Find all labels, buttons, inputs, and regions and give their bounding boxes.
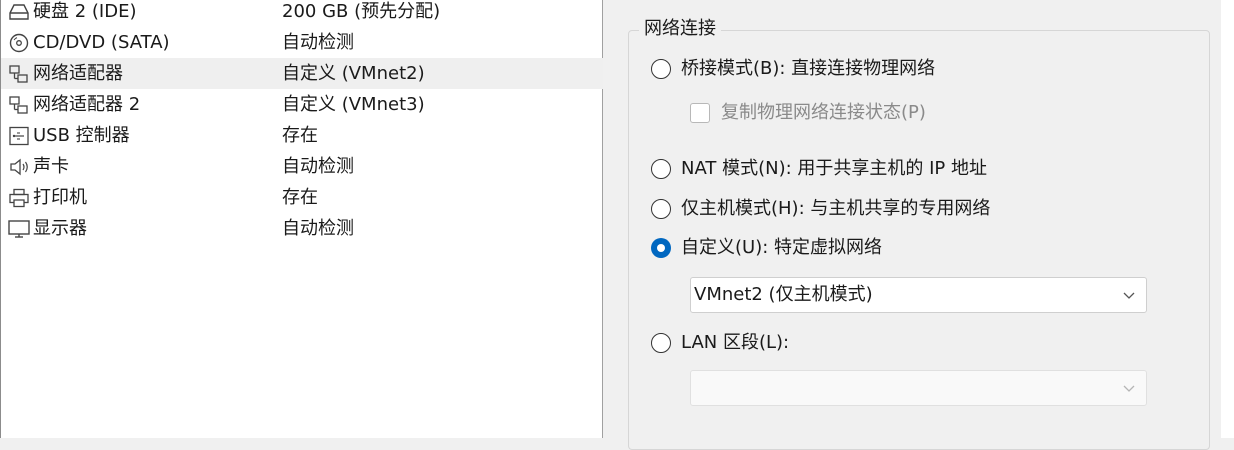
device-list: 硬盘 2 (IDE) 200 GB (预先分配) CD/DVD (SATA) 自… bbox=[0, 0, 603, 438]
group-title: 网络连接 bbox=[639, 16, 721, 42]
radio-circle[interactable] bbox=[651, 199, 671, 219]
device-summary: 自动检测 bbox=[282, 156, 354, 177]
device-row-printer[interactable]: 打印机 存在 bbox=[1, 182, 603, 213]
device-row-hard-disk[interactable]: 硬盘 2 (IDE) 200 GB (预先分配) bbox=[1, 0, 603, 27]
device-name: 声卡 bbox=[33, 156, 69, 177]
printer-icon bbox=[7, 187, 31, 209]
device-row-cd-dvd[interactable]: CD/DVD (SATA) 自动检测 bbox=[1, 27, 603, 58]
device-row-display[interactable]: 显示器 自动检测 bbox=[1, 213, 603, 244]
radio-circle[interactable] bbox=[651, 59, 671, 79]
host-only-label: 仅主机模式(H): 与主机共享的专用网络 bbox=[681, 198, 991, 219]
select-value: VMnet2 (仅主机模式) bbox=[694, 284, 873, 305]
device-summary: 自定义 (VMnet2) bbox=[282, 63, 425, 84]
replicate-label: 复制物理网络连接状态(P) bbox=[721, 102, 926, 123]
hard-disk-icon bbox=[7, 1, 31, 23]
device-row-network-adapter-2[interactable]: 网络适配器 2 自定义 (VMnet3) bbox=[1, 89, 603, 120]
device-summary: 自定义 (VMnet3) bbox=[282, 94, 425, 115]
network-adapter-icon bbox=[7, 63, 31, 85]
cd-dvd-icon bbox=[7, 32, 31, 54]
device-summary: 存在 bbox=[282, 187, 318, 208]
bridged-label: 桥接模式(B): 直接连接物理网络 bbox=[681, 58, 936, 79]
settings-panel: 网络连接 桥接模式(B): 直接连接物理网络 复制物理网络连接状态(P) NAT… bbox=[604, 0, 1234, 450]
custom-network-select[interactable]: VMnet2 (仅主机模式) bbox=[690, 277, 1147, 313]
usb-icon bbox=[7, 125, 31, 147]
radio-circle[interactable] bbox=[651, 333, 671, 353]
device-summary: 自动检测 bbox=[282, 218, 354, 239]
radio-circle[interactable] bbox=[651, 159, 671, 179]
device-summary: 存在 bbox=[282, 125, 318, 146]
device-summary: 200 GB (预先分配) bbox=[282, 1, 441, 22]
nat-label: NAT 模式(N): 用于共享主机的 IP 地址 bbox=[681, 158, 987, 179]
device-summary: 自动检测 bbox=[282, 32, 354, 53]
custom-label: 自定义(U): 特定虚拟网络 bbox=[681, 237, 883, 258]
lan-segment-label: LAN 区段(L): bbox=[681, 332, 790, 353]
lan-segment-select[interactable] bbox=[690, 370, 1147, 406]
monitor-icon bbox=[7, 218, 31, 240]
speaker-icon bbox=[7, 156, 31, 178]
device-name: 打印机 bbox=[33, 187, 87, 208]
network-adapter-icon bbox=[7, 94, 31, 116]
chevron-down-icon bbox=[1123, 292, 1135, 299]
chevron-down-icon bbox=[1123, 385, 1135, 392]
checkbox-box[interactable] bbox=[690, 103, 710, 123]
device-name: 硬盘 2 (IDE) bbox=[33, 1, 137, 22]
device-name: 显示器 bbox=[33, 218, 87, 239]
device-row-usb[interactable]: USB 控制器 存在 bbox=[1, 120, 603, 151]
device-name: USB 控制器 bbox=[33, 125, 130, 146]
panel-edge bbox=[1221, 0, 1234, 438]
device-name: 网络适配器 bbox=[33, 63, 123, 84]
device-row-network-adapter[interactable]: 网络适配器 自定义 (VMnet2) bbox=[1, 58, 603, 89]
device-row-sound-card[interactable]: 声卡 自动检测 bbox=[1, 151, 603, 182]
device-name: 网络适配器 2 bbox=[33, 94, 141, 115]
device-name: CD/DVD (SATA) bbox=[33, 32, 170, 53]
radio-circle-checked[interactable] bbox=[651, 238, 671, 258]
